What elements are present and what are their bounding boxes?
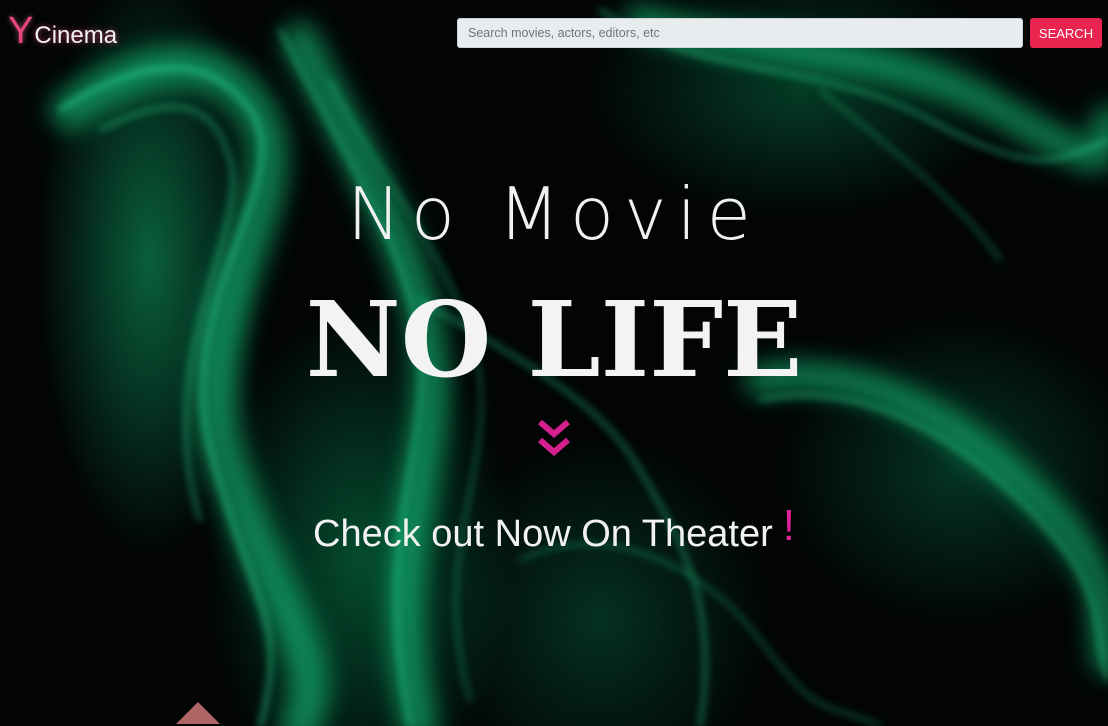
up-arrow-icon[interactable] [176, 702, 220, 726]
search-button[interactable]: SEARCH [1030, 18, 1102, 48]
tagline-text: Check out Now On Theater [313, 513, 773, 555]
logo-letter: Y [8, 10, 34, 52]
logo-wordmark: Cinema [34, 22, 118, 49]
site-logo[interactable]: Y Cinema [8, 12, 117, 50]
chevrons-down-icon[interactable] [534, 418, 574, 464]
hero-title-big: NO LIFE [305, 278, 803, 401]
hero-tagline: Check out Now On Theater! [0, 504, 1108, 555]
tagline-exclamation: ! [782, 501, 795, 550]
hero-title-small: No Movie [347, 172, 761, 256]
search-input[interactable] [457, 18, 1023, 48]
